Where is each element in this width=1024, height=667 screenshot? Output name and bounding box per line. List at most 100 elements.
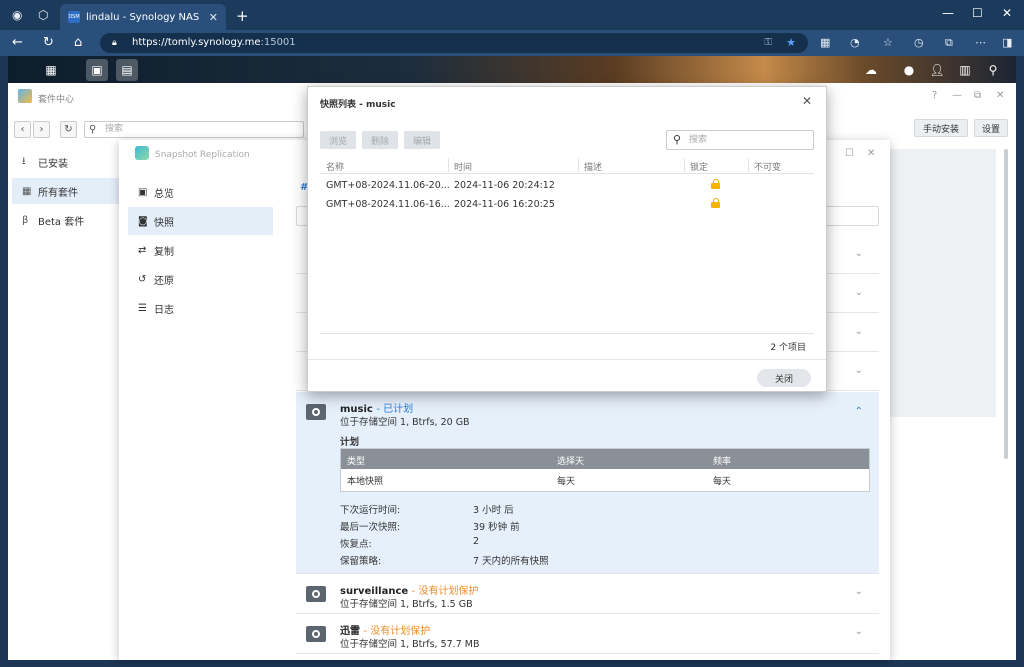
manual-install-button[interactable]: 手动安装 xyxy=(914,119,968,137)
column-divider[interactable] xyxy=(448,158,449,172)
back-icon[interactable]: ← xyxy=(12,35,23,50)
dsm-favicon-icon: DSM xyxy=(68,11,80,23)
pkg-search-icon: ⚲ xyxy=(89,124,97,135)
widgets-icon[interactable]: ▥ xyxy=(954,59,976,81)
url-field[interactable]: 🔒︎ https://tomly.synology.me:15001 ⚿ ★ xyxy=(100,33,808,53)
plan-table: 类型 选择天 频率 本地快照 每天 每天 xyxy=(340,448,870,492)
snap-restore-icon[interactable]: ☐ xyxy=(845,148,854,159)
grid-footer-divider xyxy=(320,333,814,334)
minimize-icon[interactable]: — xyxy=(942,6,954,20)
url-port: :15001 xyxy=(260,37,296,48)
sidebar-item-installed[interactable]: ⭳ 已安装 xyxy=(12,149,120,175)
dsm-search-icon[interactable]: ⚲ xyxy=(982,59,1004,81)
snapshot-logo-icon xyxy=(135,146,149,160)
snapshot-time: 2024-11-06 20:24:12 xyxy=(454,180,555,191)
pkg-search-input[interactable]: ⚲ 搜索 xyxy=(84,121,304,138)
dialog-search-placeholder: 搜索 xyxy=(689,135,708,145)
user-icon[interactable]: 👤︎ xyxy=(926,59,948,81)
favorites-icon[interactable]: ☆ xyxy=(883,36,893,49)
next-run-row: 下次运行时间: 3 小时 后 xyxy=(340,502,514,516)
grid-icon: ▦ xyxy=(22,185,32,197)
grid-header: 名称 时间 描述 锁定 不可变 xyxy=(320,156,814,174)
table-row[interactable]: GMT+08-2024.11.06-16... 2024-11-06 16:20… xyxy=(320,195,814,214)
more-icon[interactable]: ⋯ xyxy=(975,36,986,49)
password-key-icon[interactable]: ⚿ xyxy=(764,33,772,53)
nav-item-label: 快照 xyxy=(154,217,174,229)
pkg-forward-icon[interactable]: › xyxy=(33,121,50,138)
table-row[interactable]: GMT+08-2024.11.06-20... 2024-11-06 20:24… xyxy=(320,176,814,195)
chevron-down-icon[interactable]: ⌄ xyxy=(855,287,863,298)
settings-button[interactable]: 设置 xyxy=(974,119,1008,137)
sidebar-item-label: Beta 套件 xyxy=(38,216,85,228)
pkg-restore-icon[interactable]: ⧉ xyxy=(974,90,981,101)
table-row[interactable]: 本地快照 每天 每天 xyxy=(341,469,869,491)
window-close-icon[interactable]: ✕ xyxy=(1002,6,1012,20)
share-row-surveillance[interactable]: surveillance - 没有计划保护 位于存储空间 1, Btrfs, 1… xyxy=(296,574,879,614)
extension-icon[interactable]: ◔ xyxy=(850,36,860,49)
chevron-down-icon[interactable]: ⌄ xyxy=(855,248,863,259)
delete-button[interactable]: 删除 xyxy=(362,131,398,149)
col-immutable[interactable]: 不可变 xyxy=(754,160,781,173)
shared-folder-icon xyxy=(306,586,326,602)
history-icon[interactable]: ◷ xyxy=(914,36,924,49)
help-icon[interactable]: ? xyxy=(932,90,937,101)
plan-table-header: 类型 选择天 频率 xyxy=(341,449,869,469)
workspaces-icon[interactable]: ⬡ xyxy=(38,8,48,22)
kv-key: 保留策略: xyxy=(340,556,382,567)
share-row-xunlei[interactable]: 迅雷 - 没有计划保护 位于存储空间 1, Btrfs, 57.7 MB ⌄ xyxy=(296,614,879,654)
col-description[interactable]: 描述 xyxy=(584,160,602,173)
browser-tab[interactable]: DSM lindalu - Synology NAS ✕ xyxy=(60,4,226,30)
col-name[interactable]: 名称 xyxy=(326,160,344,173)
dialog-search-input[interactable]: ⚲ 搜索 xyxy=(666,130,814,150)
apps-icon[interactable]: ▦ xyxy=(820,36,830,49)
profile-icon[interactable]: ◉ xyxy=(12,8,22,22)
nav-item-restore[interactable]: ↺ 还原 xyxy=(128,265,273,293)
column-divider[interactable] xyxy=(748,158,749,172)
sidebar-item-all-packages[interactable]: ▦ 所有套件 xyxy=(12,178,120,204)
col-locked[interactable]: 锁定 xyxy=(690,160,708,173)
close-button[interactable]: 关闭 xyxy=(757,369,811,387)
browse-button[interactable]: 浏览 xyxy=(320,131,356,149)
column-divider[interactable] xyxy=(684,158,685,172)
maximize-icon[interactable]: ☐ xyxy=(972,6,983,20)
edit-button[interactable]: 编辑 xyxy=(404,131,440,149)
refresh-icon[interactable]: ↻ xyxy=(43,35,54,50)
snap-close-icon[interactable]: ✕ xyxy=(867,148,875,159)
nav-item-replication[interactable]: ⇄ 复制 xyxy=(128,236,273,264)
sidebar-item-beta[interactable]: β Beta 套件 xyxy=(12,207,120,233)
pkg-back-icon[interactable]: ‹ xyxy=(14,121,31,138)
chevron-down-icon[interactable]: ⌄ xyxy=(855,626,863,637)
home-icon[interactable]: ⌂ xyxy=(74,35,82,50)
package-scrollbar[interactable] xyxy=(1004,149,1008,459)
sidebar-item-label: 已安装 xyxy=(38,158,68,170)
col-time[interactable]: 时间 xyxy=(454,160,472,173)
plan-label: 计划 xyxy=(340,437,360,448)
tab-close-icon[interactable]: ✕ xyxy=(209,11,218,24)
pkg-minimize-icon[interactable]: — xyxy=(952,90,962,101)
new-tab-icon[interactable]: + xyxy=(236,7,249,25)
last-snapshot-row: 最后一次快照: 39 秒钟 前 xyxy=(340,519,520,533)
cloud-sync-icon[interactable]: ☁ xyxy=(860,59,882,81)
package-center-taskbar-icon[interactable]: ▣ xyxy=(86,59,108,81)
chevron-up-icon[interactable]: ⌃ xyxy=(855,406,863,417)
kv-key: 恢复点: xyxy=(340,539,372,550)
nav-item-log[interactable]: ☰ 日志 xyxy=(128,294,273,322)
column-divider[interactable] xyxy=(578,158,579,172)
favorite-star-icon[interactable]: ★ xyxy=(786,33,796,53)
snapshot-taskbar-icon[interactable]: ▤ xyxy=(116,59,138,81)
nav-item-snapshots[interactable]: ◙ 快照 xyxy=(128,207,273,235)
pkg-close-icon[interactable]: ✕ xyxy=(996,90,1004,101)
pkg-search-placeholder: 搜索 xyxy=(105,124,124,134)
chevron-down-icon[interactable]: ⌄ xyxy=(855,326,863,337)
sidebar-toggle-icon[interactable]: ◨ xyxy=(1002,36,1012,49)
dialog-close-icon[interactable]: ✕ xyxy=(802,94,812,108)
nav-item-overview[interactable]: ▣ 总览 xyxy=(128,178,273,206)
pkg-refresh-icon[interactable]: ↻ xyxy=(60,121,77,138)
screenshot-icon[interactable]: ⧉ xyxy=(945,36,953,50)
share-row-music[interactable]: music - 已计划 位于存储空间 1, Btrfs, 20 GB ⌃ 计划 … xyxy=(296,392,879,574)
notification-icon[interactable]: ● xyxy=(898,59,920,81)
chevron-down-icon[interactable]: ⌄ xyxy=(855,586,863,597)
main-menu-icon[interactable]: ▦ xyxy=(40,59,62,81)
dialog-title: 快照列表 - music xyxy=(320,100,396,110)
chevron-down-icon[interactable]: ⌄ xyxy=(855,365,863,376)
